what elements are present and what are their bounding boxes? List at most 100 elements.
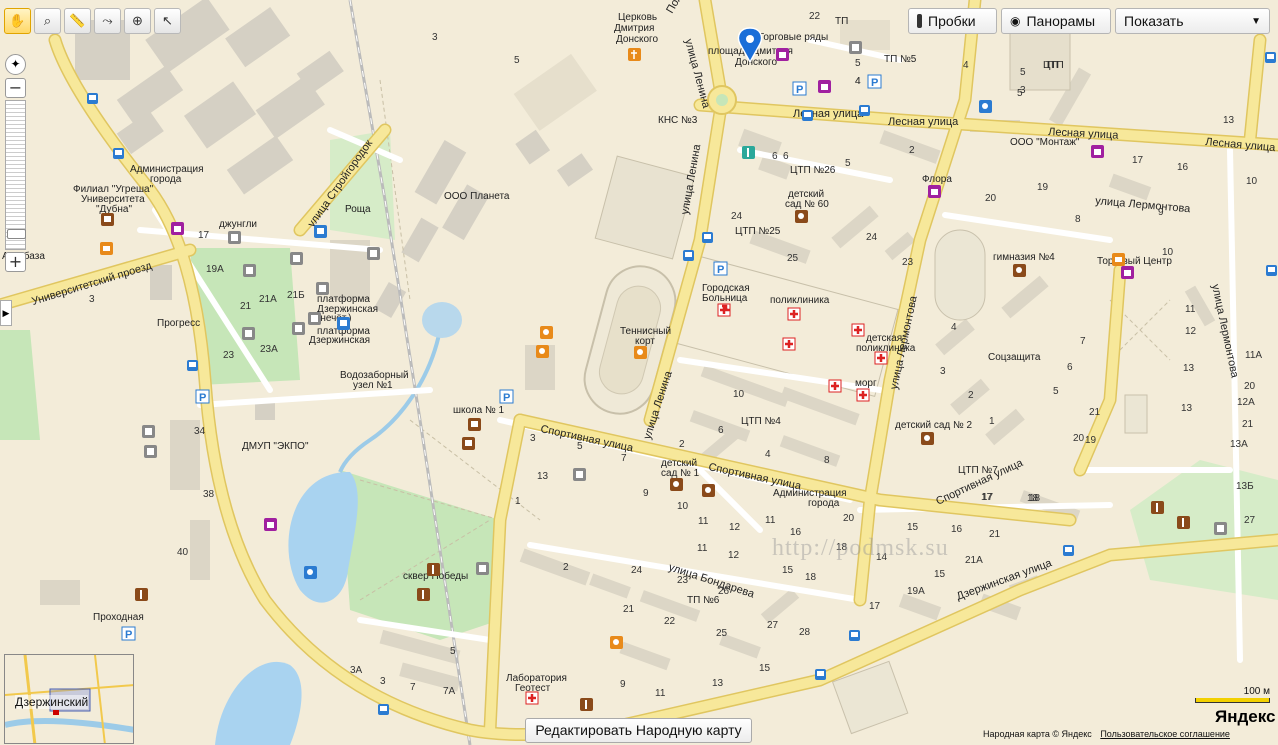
kindergarten-icon xyxy=(921,432,934,445)
traffic-button[interactable]: Пробки xyxy=(908,8,997,34)
svg-text:1: 1 xyxy=(989,416,995,427)
bus-stop-icon xyxy=(187,360,198,371)
svg-text:12: 12 xyxy=(1185,326,1197,337)
label-morg: морг xyxy=(855,378,877,389)
reservoir xyxy=(422,302,462,338)
user-agreement-link[interactable]: Пользовательское соглашение xyxy=(1100,729,1230,739)
building-icon xyxy=(367,247,380,260)
zoom-in-button[interactable]: + xyxy=(5,252,26,272)
svg-text:3: 3 xyxy=(940,366,946,377)
svg-text:19: 19 xyxy=(1085,435,1097,446)
svg-text:2: 2 xyxy=(909,145,915,156)
hospital-icon xyxy=(525,691,539,705)
svg-text:16: 16 xyxy=(951,524,963,535)
label-kg1-2: сад № 1 xyxy=(661,468,700,479)
svg-text:17: 17 xyxy=(981,492,993,503)
svg-text:24: 24 xyxy=(866,232,878,243)
svg-text:2: 2 xyxy=(968,390,974,401)
minimap[interactable]: Дзержинский xyxy=(4,654,134,744)
scale-line xyxy=(1195,698,1270,703)
svg-text:5: 5 xyxy=(450,646,456,657)
svg-text:7: 7 xyxy=(621,453,627,464)
svg-text:15: 15 xyxy=(759,663,771,674)
zoom-control: ✦ − + xyxy=(5,54,26,272)
svg-text:8: 8 xyxy=(824,455,830,466)
compass-icon[interactable]: ✦ xyxy=(5,54,26,75)
add-object-button[interactable]: ⊕ xyxy=(124,8,151,34)
traffic-label: Пробки xyxy=(928,13,976,29)
svg-text:6: 6 xyxy=(783,151,789,162)
hospital-icon xyxy=(782,337,796,351)
zoom-slider[interactable] xyxy=(5,100,26,250)
show-layers-dropdown[interactable]: Показать ▼ xyxy=(1115,8,1270,34)
svg-text:9: 9 xyxy=(620,679,626,690)
edit-map-button[interactable]: Редактировать Народную карту xyxy=(525,718,752,743)
label-progress: Прогресс xyxy=(157,318,200,329)
school-icon xyxy=(101,213,114,226)
label-polyclinic: поликлиника xyxy=(770,295,830,306)
building-icon xyxy=(292,322,305,335)
watermark: http://podmsk.su xyxy=(772,535,949,561)
building-icon xyxy=(316,282,329,295)
svg-text:5: 5 xyxy=(845,158,851,169)
building-icon xyxy=(290,252,303,265)
svg-text:21Б: 21Б xyxy=(287,290,305,301)
svg-text:15: 15 xyxy=(907,522,919,533)
sidebar-toggle-button[interactable]: ▶ xyxy=(0,300,12,326)
chevron-right-icon: ▶ xyxy=(2,308,10,318)
zoom-out-button[interactable]: − xyxy=(5,78,26,98)
label-roshcha: Роща xyxy=(345,204,371,215)
label-dmup: ДМУП "ЭКПО" xyxy=(242,441,309,452)
zoom-slider-thumb[interactable] xyxy=(7,229,26,239)
monument-icon xyxy=(427,563,440,576)
svg-text:5: 5 xyxy=(1020,67,1026,78)
svg-text:3: 3 xyxy=(530,433,536,444)
panoramas-button[interactable]: ◉ Панорамы xyxy=(1001,8,1111,34)
info-pointer-button[interactable]: ↖ xyxy=(154,8,181,34)
svg-text:11: 11 xyxy=(697,543,708,554)
svg-text:19: 19 xyxy=(1037,182,1049,193)
svg-text:11: 11 xyxy=(1185,304,1196,315)
dropdown-arrow-icon: ▼ xyxy=(1251,15,1261,27)
monument-icon xyxy=(580,698,593,711)
parking-icon: P xyxy=(713,261,728,276)
trade-center-icon xyxy=(1112,253,1125,266)
hospital-icon xyxy=(787,307,801,321)
map-canvas[interactable]: улица Ленина улица Ленина улица Ленина Л… xyxy=(0,0,1278,745)
svg-text:21: 21 xyxy=(1089,407,1101,418)
svg-text:18: 18 xyxy=(805,572,817,583)
svg-text:10: 10 xyxy=(733,389,745,400)
building-icon xyxy=(242,327,255,340)
svg-text:5: 5 xyxy=(577,441,583,452)
svg-text:20: 20 xyxy=(843,513,855,524)
train-station-icon xyxy=(314,225,327,238)
kindergarten-icon xyxy=(670,478,683,491)
svg-text:27: 27 xyxy=(1244,515,1256,526)
svg-text:19А: 19А xyxy=(907,586,925,597)
svg-text:P: P xyxy=(503,392,510,404)
monument-icon xyxy=(1151,501,1164,514)
svg-text:11: 11 xyxy=(698,516,709,527)
label-ctp4: ЦТП №4 xyxy=(741,416,781,427)
svg-text:12: 12 xyxy=(728,550,740,561)
label-ooo-planeta: ООО Планета xyxy=(444,191,510,202)
hand-tool-button[interactable]: ✋ xyxy=(4,8,31,34)
svg-text:23: 23 xyxy=(677,575,689,586)
svg-text:21: 21 xyxy=(989,529,1001,540)
building-icon xyxy=(573,468,586,481)
ruler-button[interactable]: 📏 xyxy=(64,8,91,34)
svg-text:P: P xyxy=(871,77,878,89)
label-tp6: ТП №6 xyxy=(687,595,720,606)
svg-text:21: 21 xyxy=(1242,419,1254,430)
route-button[interactable]: ⤳ xyxy=(94,8,121,34)
bus-stop-icon xyxy=(87,93,98,104)
zoom-rect-button[interactable]: ⌕ xyxy=(34,8,61,34)
label-ooo-montazh: ООО "Монтаж" xyxy=(1010,137,1080,148)
svg-text:17: 17 xyxy=(869,601,881,612)
shop-icon xyxy=(928,185,941,198)
svg-text:20: 20 xyxy=(1244,381,1256,392)
svg-text:13: 13 xyxy=(1183,363,1195,374)
parking-icon: P xyxy=(499,389,514,404)
svg-text:13: 13 xyxy=(537,471,549,482)
svg-text:15: 15 xyxy=(782,565,794,576)
